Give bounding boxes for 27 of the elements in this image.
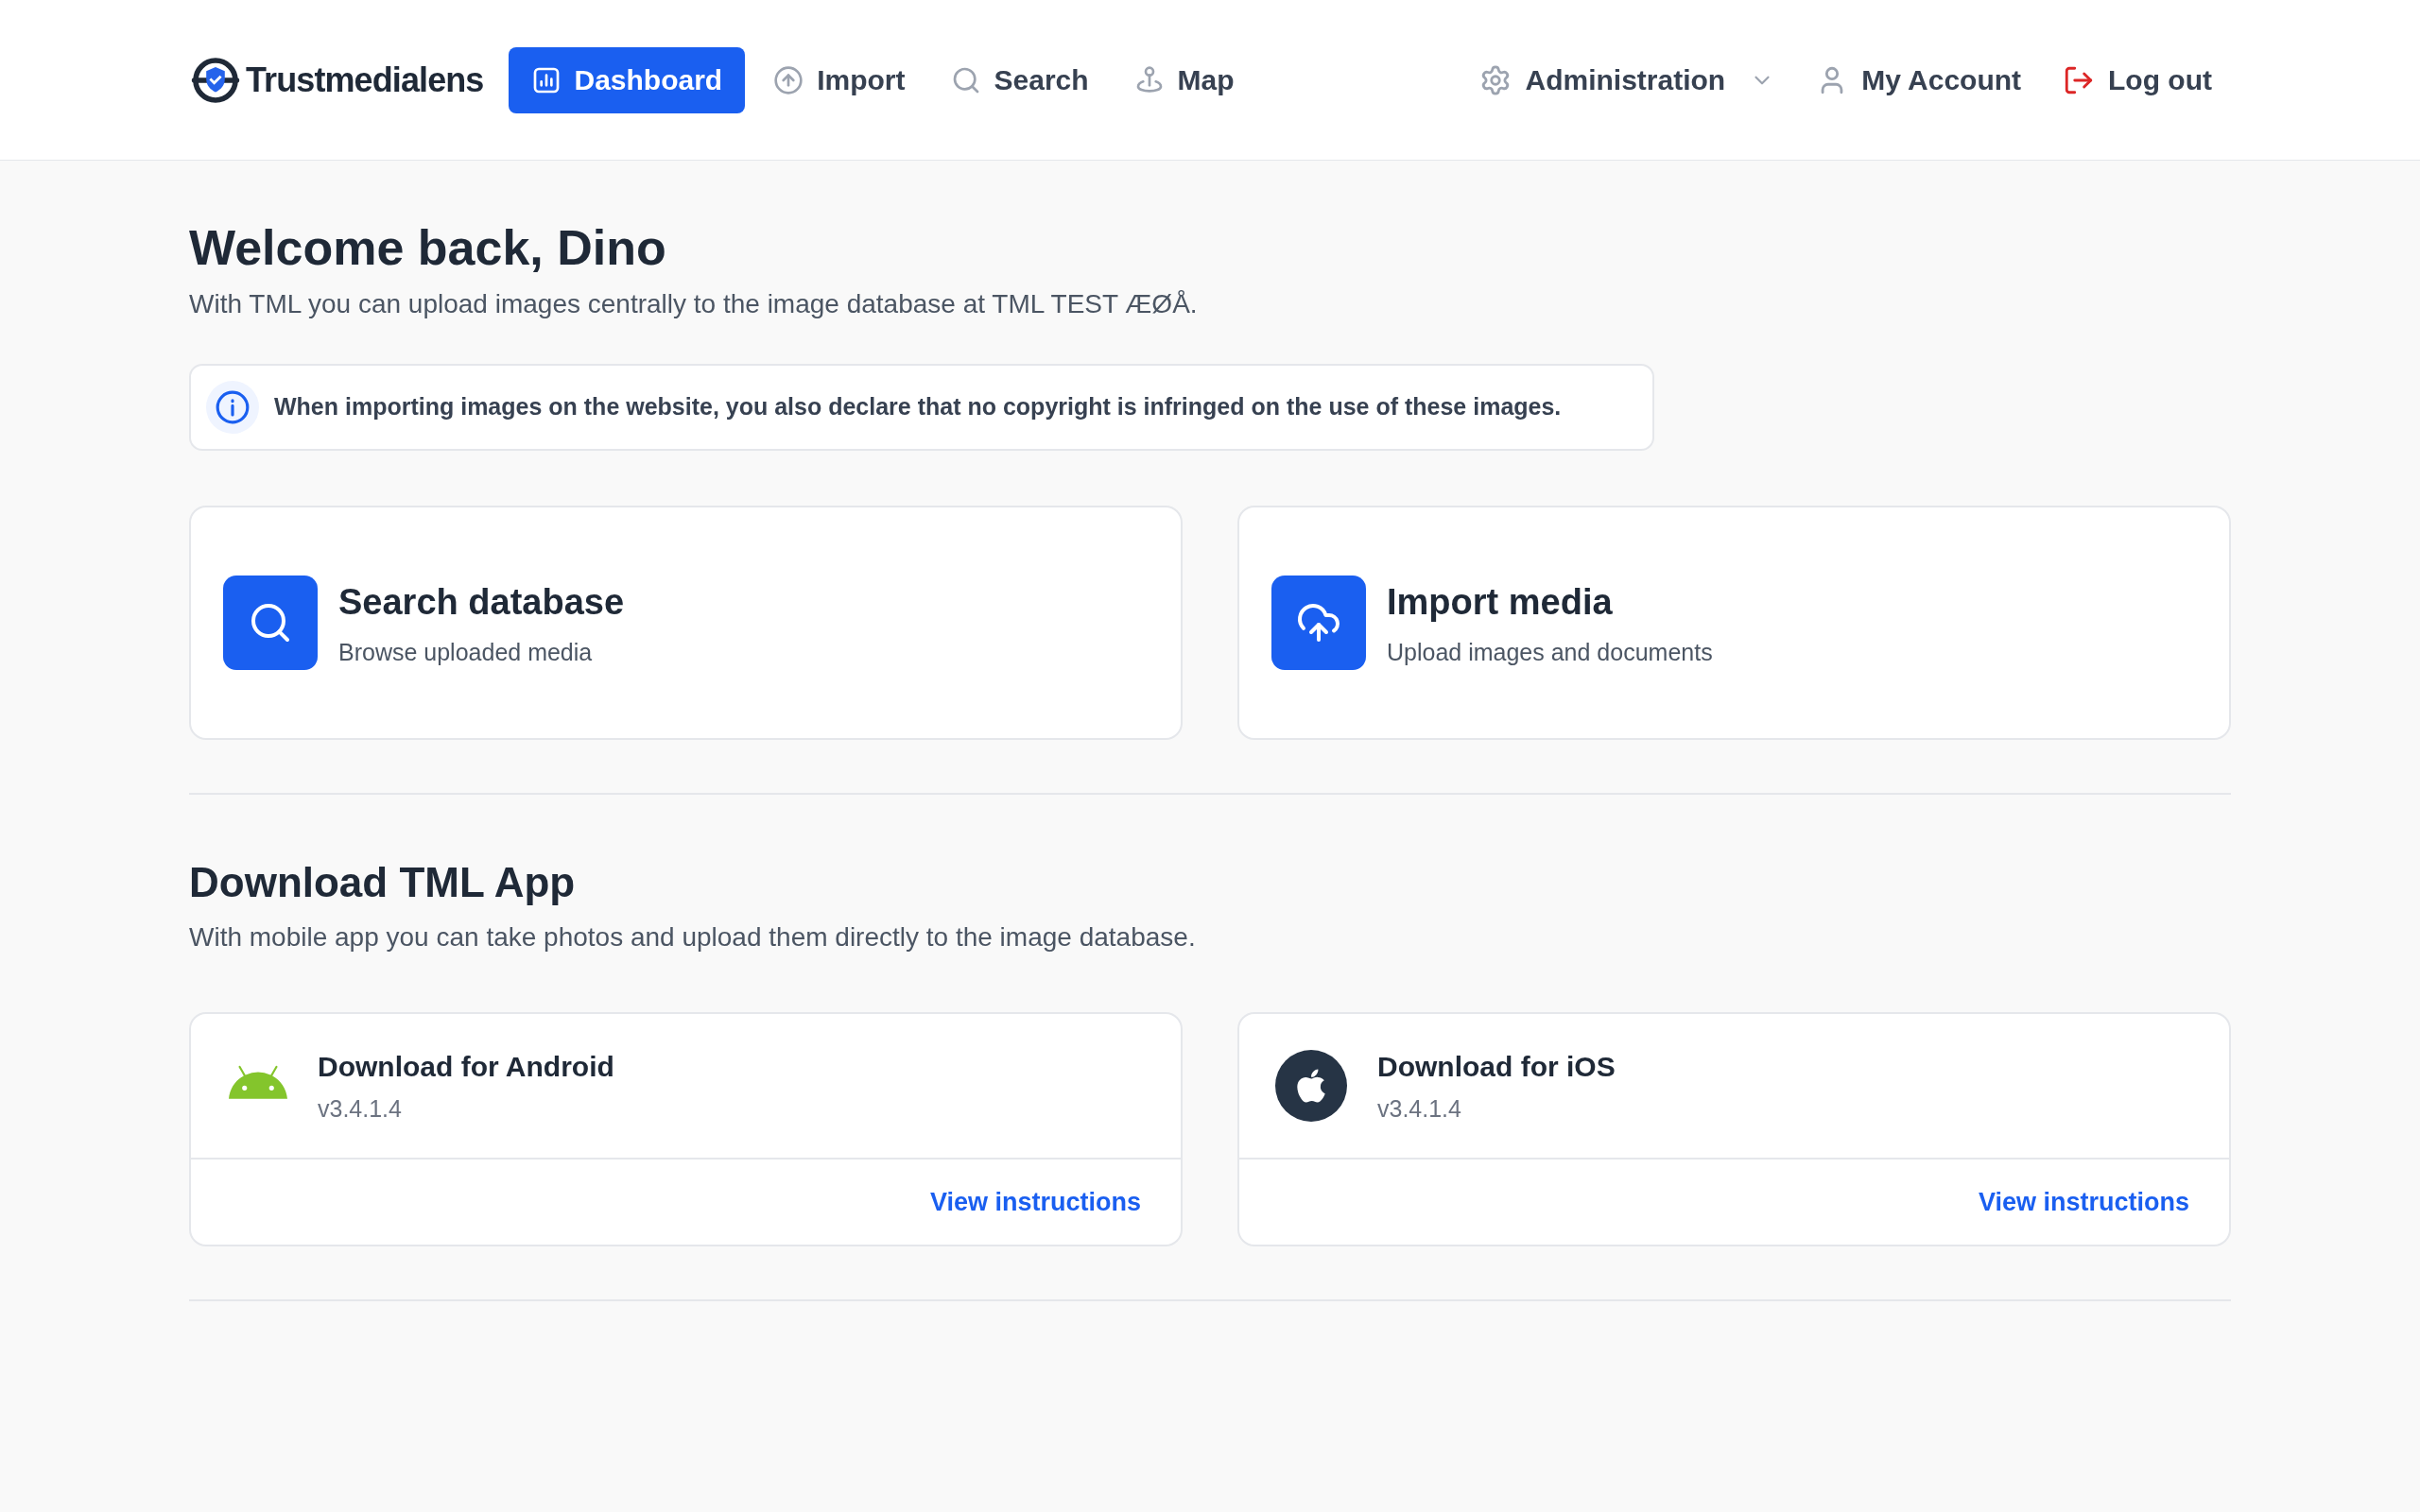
nav-link[interactable]: Import [756, 46, 923, 113]
nav-link[interactable]: Search [933, 46, 1106, 113]
nav-link[interactable]: Map [1116, 46, 1252, 113]
account-link[interactable]: My Account [1816, 59, 2022, 101]
download-title: Download for Android [318, 1049, 614, 1084]
nav-link[interactable]: Dashboard [508, 46, 746, 113]
action-card[interactable]: Import media Upload images and documents [1237, 506, 2231, 740]
section-heading: Download TML App [189, 858, 577, 907]
card-subtitle: Upload images and documents [1387, 637, 1713, 667]
info-icon [215, 389, 251, 425]
version-text: v3.4.1.4 [1377, 1093, 1462, 1124]
welcome-heading: Welcome back, Dino [189, 219, 667, 277]
administration-menu[interactable]: Administration [1479, 59, 1775, 101]
welcome-subtitle: With TML you can upload images centrally to the image database at TML TEST ÆØÅ. [189, 288, 1199, 320]
card-subtitle: Browse uploaded media [338, 637, 594, 667]
download-title: Download for iOS [1377, 1049, 1616, 1084]
card-title: Import media [1387, 580, 1614, 624]
action-card[interactable]: Search database Browse uploaded media [189, 506, 1183, 740]
instructions-link[interactable]: View instructions [929, 1182, 1141, 1222]
upload-circle-icon [773, 64, 804, 95]
card-title: Search database [338, 580, 625, 624]
logout-link[interactable]: Log out [2063, 59, 2212, 101]
instructions-link[interactable]: View instructions [1978, 1182, 2189, 1222]
section-subtitle: With mobile app you can take photos and upload them directly to the image database. [189, 921, 1197, 954]
logo-text: Trustmedialens [246, 59, 484, 101]
version-text: v3.4.1.4 [318, 1093, 403, 1124]
notice-text: When importing images on the website, you also declare that no copyright is infringed on the use of these images. [274, 392, 1562, 422]
